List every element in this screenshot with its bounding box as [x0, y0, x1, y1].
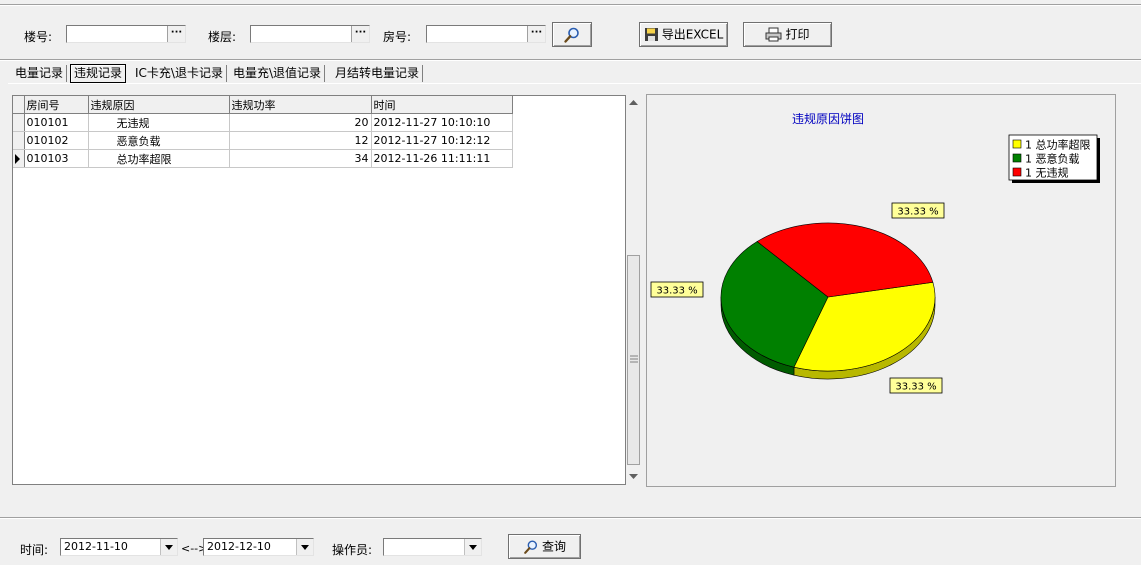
legend-entry-0: 1 总功率超限 [1025, 138, 1091, 152]
operator-select[interactable] [383, 538, 482, 556]
cell-room[interactable]: 010101 [24, 113, 89, 132]
pie-data-label-text: 33.33 % [895, 382, 936, 393]
date-to-dropdown-icon[interactable] [296, 539, 313, 555]
search-button[interactable] [552, 22, 592, 47]
printer-icon [765, 27, 782, 42]
table-row[interactable]: 010101 无违规 20 2012-11-27 10:10:10 [13, 113, 513, 132]
cell-room[interactable]: 010103 [24, 149, 89, 168]
toolbar-divider [0, 59, 1141, 61]
cell-power[interactable]: 34 [229, 149, 372, 168]
scrollbar-thumb[interactable] [627, 255, 640, 465]
table-row[interactable]: 010103 总功率超限 34 2012-11-26 11:11:11 [13, 149, 513, 168]
chart-legend: 1 总功率超限1 恶意负载1 无违规 [1008, 134, 1100, 183]
legend-swatch-0 [1012, 139, 1022, 149]
search-icon [564, 27, 579, 43]
pie-data-label-1: 33.33 % [650, 281, 704, 298]
current-row-indicator[interactable] [13, 149, 25, 168]
tab-recharge-records[interactable]: 电量充\退值记录 [230, 65, 326, 82]
export-excel-button[interactable]: 导出EXCEL [639, 22, 728, 47]
cell-power[interactable]: 12 [229, 131, 372, 150]
date-to-value: 2012-12-10 [207, 540, 271, 553]
cell-reason[interactable]: 总功率超限 [88, 149, 230, 168]
violation-table[interactable]: 房间号 违规原因 违规功率 时间 010101 无违规 20 2012-11-2… [12, 95, 626, 485]
legend-entry-1: 1 恶意负载 [1025, 152, 1080, 166]
query-button[interactable]: 查询 [508, 534, 581, 559]
row-indicator[interactable] [13, 131, 25, 150]
export-excel-label: 导出EXCEL [661, 27, 724, 42]
room-input[interactable]: ··· [426, 25, 546, 43]
table-header-row: 房间号 违规原因 违规功率 时间 [13, 96, 513, 114]
chart-title: 违规原因饼图 [792, 111, 864, 126]
cell-time[interactable]: 2012-11-26 11:11:11 [371, 149, 513, 168]
print-button[interactable]: 打印 [743, 22, 832, 47]
cell-time[interactable]: 2012-11-27 10:12:12 [371, 131, 513, 150]
print-label: 打印 [785, 27, 810, 42]
operator-dropdown-icon[interactable] [464, 539, 481, 555]
tab-monthly-records[interactable]: 月结转电量记录 [332, 65, 424, 82]
pie-data-label-text: 33.33 % [656, 286, 697, 297]
column-header-room[interactable]: 房间号 [24, 96, 89, 114]
tab-violation-records[interactable]: 违规记录 [70, 64, 127, 83]
pie-chart-panel: 违规原因饼图 1 总功率超限 1 恶意负载 1 无违规 33.33 % 33.33 %… [646, 94, 1116, 487]
bottom-divider [0, 517, 1141, 519]
pie-data-label-text: 33.33 % [897, 207, 938, 218]
cell-reason[interactable]: 无违规 [88, 113, 230, 132]
query-label: 查询 [541, 539, 566, 554]
room-label: 房号: [383, 30, 412, 44]
room-browse-button[interactable]: ··· [527, 26, 545, 42]
pie-chart: 违规原因饼图 1 总功率超限1 恶意负载1 无违规 33.33 % 33.33 %… [650, 111, 1100, 394]
tab-power-records[interactable]: 电量记录 [12, 65, 68, 82]
building-label: 楼号: [24, 30, 53, 44]
search-icon [524, 540, 538, 554]
pie-data-label-2: 33.33 % [891, 202, 945, 219]
time-label: 时间: [20, 543, 49, 557]
date-from-picker[interactable]: 2012-11-10 [60, 538, 178, 556]
top-divider [0, 4, 1141, 6]
tab-ic-card-records[interactable]: IC卡充\退卡记录 [132, 65, 227, 82]
floppy-disk-icon [644, 28, 658, 41]
date-from-dropdown-icon[interactable] [160, 539, 177, 555]
scroll-down-arrow-icon[interactable] [629, 474, 638, 480]
table-vertical-scrollbar[interactable] [626, 95, 642, 485]
tab-strip-underline [8, 83, 1141, 84]
legend-entry-2: 1 无违规 [1025, 166, 1069, 180]
floor-label: 楼层: [208, 30, 237, 44]
building-input[interactable]: ··· [66, 25, 186, 43]
operator-label: 操作员: [332, 543, 373, 557]
building-browse-button[interactable]: ··· [167, 26, 185, 42]
legend-swatch-2 [1012, 167, 1022, 177]
row-indicator-header [13, 96, 25, 114]
date-to-picker[interactable]: 2012-12-10 [203, 538, 314, 556]
floor-input[interactable]: ··· [250, 25, 370, 43]
row-indicator[interactable] [13, 113, 25, 132]
cell-time[interactable]: 2012-11-27 10:10:10 [371, 113, 513, 132]
cell-reason[interactable]: 恶意负载 [88, 131, 230, 150]
column-header-reason[interactable]: 违规原因 [88, 96, 230, 114]
legend-swatch-1 [1012, 153, 1022, 163]
cell-room[interactable]: 010102 [24, 131, 89, 150]
scroll-up-arrow-icon[interactable] [629, 100, 638, 106]
grip-icon [630, 355, 638, 363]
table-row[interactable]: 010102 恶意负载 12 2012-11-27 10:12:12 [13, 131, 513, 150]
column-header-power[interactable]: 违规功率 [229, 96, 372, 114]
floor-browse-button[interactable]: ··· [351, 26, 369, 42]
date-from-value: 2012-11-10 [64, 540, 128, 553]
cell-power[interactable]: 20 [229, 113, 372, 132]
column-header-time[interactable]: 时间 [371, 96, 513, 114]
pie-data-label-0: 33.33 % [889, 377, 943, 394]
